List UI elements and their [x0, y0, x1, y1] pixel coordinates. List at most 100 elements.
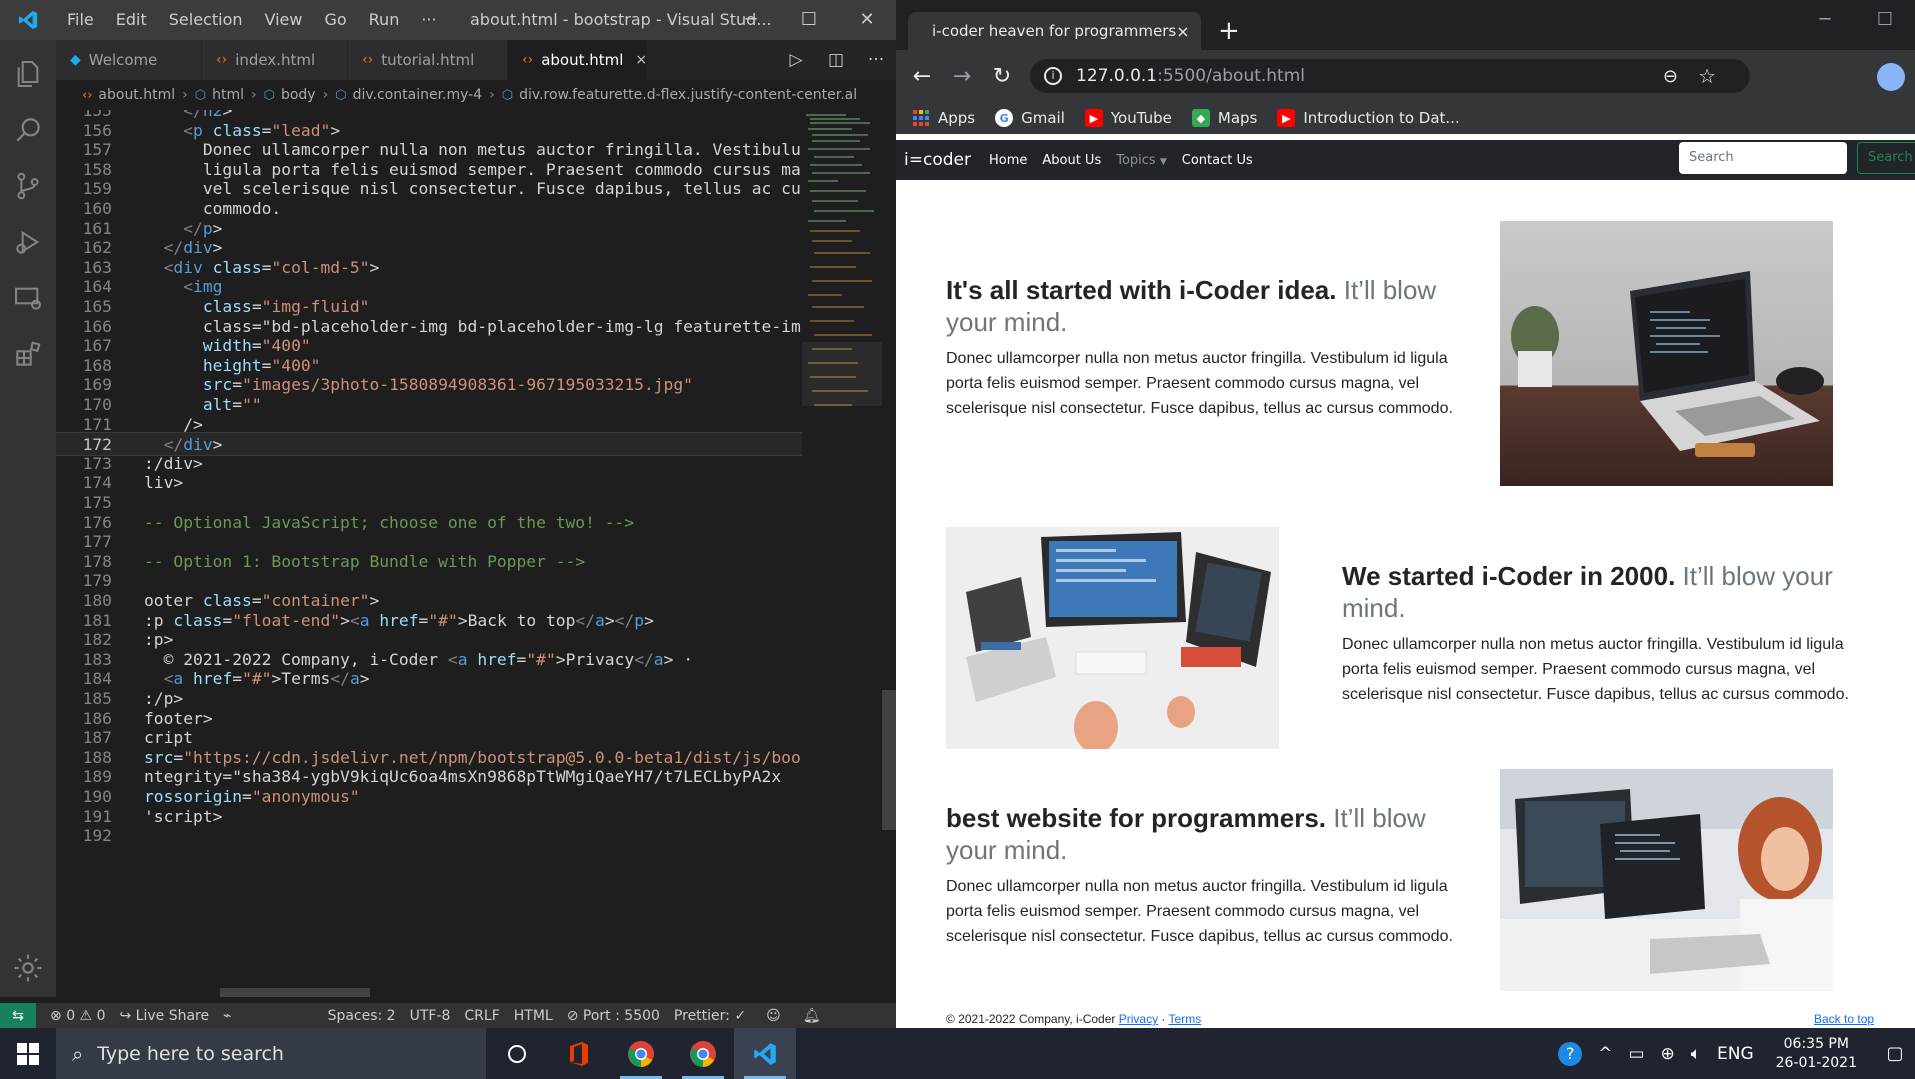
terms-link[interactable]: Terms [1169, 1012, 1202, 1026]
extensions-icon[interactable] [0, 326, 56, 382]
more-actions-icon[interactable]: ··· [856, 50, 896, 70]
menu-view[interactable]: View [254, 0, 314, 40]
browser-window-controls: ─ ☐ [1795, 0, 1915, 40]
privacy-link[interactable]: Privacy [1119, 1012, 1158, 1026]
menu-file[interactable]: File [56, 0, 105, 40]
live-share-button[interactable]: ↪ Live Share [119, 1008, 209, 1024]
chevron-right-icon: › [489, 87, 495, 103]
encoding-status[interactable]: UTF-8 [410, 1008, 451, 1024]
nav-home[interactable]: Home [989, 153, 1027, 168]
run-icon[interactable]: ▷ [776, 50, 816, 70]
clock[interactable]: 06:35 PM 26-01-2021 [1776, 1035, 1857, 1073]
split-editor-icon[interactable]: ◫ [816, 50, 856, 70]
site-brand[interactable]: i=coder [904, 150, 971, 170]
explorer-icon[interactable] [0, 46, 56, 102]
nav-about-us[interactable]: About Us [1042, 153, 1101, 168]
menu-selection[interactable]: Selection [158, 0, 254, 40]
language-status[interactable]: HTML [514, 1008, 553, 1024]
chrome-icon[interactable] [610, 1028, 672, 1079]
feedback-icon[interactable]: ☺ [766, 1008, 781, 1024]
breadcrumb-item[interactable]: ⬡ html [195, 87, 244, 103]
tab-about-html[interactable]: ‹› about.html × [508, 40, 648, 80]
browser-tab-active[interactable]: i-coder heaven for programmers × [908, 12, 1201, 50]
menu-go[interactable]: Go [313, 0, 357, 40]
task-view-icon[interactable] [486, 1028, 548, 1079]
vertical-scrollbar[interactable] [882, 110, 896, 997]
bookmark-introduction[interactable]: ▶ Introduction to Dat... [1277, 109, 1460, 127]
forward-arrow-icon[interactable]: → [942, 64, 982, 89]
minimap[interactable] [802, 110, 882, 997]
maximize-icon[interactable]: ☐ [1855, 0, 1915, 40]
run-debug-icon[interactable] [0, 214, 56, 270]
back-arrow-icon[interactable]: ← [902, 64, 942, 89]
horizontal-scrollbar[interactable] [220, 988, 370, 997]
remote-explorer-icon[interactable] [0, 270, 56, 326]
vscode-logo-icon[interactable] [0, 0, 56, 40]
tab-close-icon[interactable]: × [1176, 22, 1189, 41]
problems-indicator[interactable]: ⊗ 0 ⚠ 0 [50, 1008, 105, 1024]
battery-icon[interactable]: ▭ [1628, 1044, 1644, 1064]
site-search-input[interactable]: Search [1679, 142, 1847, 174]
bookmark-apps[interactable]: Apps [912, 109, 975, 127]
maximize-icon[interactable]: ☐ [780, 0, 838, 40]
address-bar[interactable]: i 127.0.0.1:5500/about.html ⊖ ☆ [1030, 59, 1750, 93]
tab-index-html[interactable]: ‹› index.html [202, 40, 348, 80]
volume-icon[interactable]: 🔈︎ [1691, 1044, 1701, 1064]
settings-gear-icon[interactable] [0, 940, 56, 996]
breadcrumb-item[interactable]: ⬡ div.container.my-4 [335, 87, 482, 103]
menu-run[interactable]: Run [358, 0, 411, 40]
help-icon[interactable]: ? [1558, 1041, 1583, 1066]
nav-contact-us[interactable]: Contact Us [1182, 153, 1253, 168]
language-indicator[interactable]: ENG [1717, 1044, 1754, 1064]
scrollbar-thumb[interactable] [882, 690, 896, 830]
editor-actions: ▷ ◫ ··· [776, 40, 896, 80]
nav-topics-dropdown[interactable]: Topics ▼ [1116, 153, 1167, 168]
minimize-icon[interactable]: ─ [1795, 0, 1855, 40]
search-icon[interactable] [0, 102, 56, 158]
reload-icon[interactable]: ↻ [982, 64, 1022, 89]
bookmark-maps[interactable]: ◆ Maps [1191, 109, 1257, 127]
breadcrumb-item[interactable]: ‹› about.html [82, 87, 175, 103]
bookmark-star-icon[interactable]: ☆ [1698, 64, 1716, 88]
url-host: 127.0.0.1 [1076, 66, 1158, 86]
tab-welcome[interactable]: ◆ Welcome [56, 40, 202, 80]
prettier-status[interactable]: Prettier: ✓ [674, 1008, 746, 1024]
new-tab-button[interactable]: + [1218, 12, 1240, 50]
tab-tutorial-html[interactable]: ‹› tutorial.html [348, 40, 508, 80]
maps-icon: ◆ [1191, 109, 1210, 127]
back-to-top-link[interactable]: Back to top [1814, 1012, 1874, 1026]
eol-status[interactable]: CRLF [464, 1008, 499, 1024]
profile-avatar[interactable] [1877, 63, 1905, 91]
menu-edit[interactable]: Edit [105, 0, 158, 40]
close-icon[interactable]: ✕ [838, 0, 896, 40]
port-status[interactable]: ⊘ Port : 5500 [567, 1008, 660, 1024]
system-tray: ? ^ ▭ ⊕ 🔈︎ ENG 06:35 PM 26-01-2021 ▢ [1550, 1028, 1915, 1079]
tab-close-icon[interactable]: × [635, 52, 647, 68]
breadcrumb: ‹› about.html › ⬡ html › ⬡ body › ⬡ div.cont… [56, 80, 896, 110]
start-windows-icon[interactable] [0, 1028, 56, 1079]
code-editor[interactable]: 155 </h2> 156 <p class="lead"> 157 Donec u… [56, 110, 802, 997]
taskbar-search-box[interactable]: ⌕ Type here to search [56, 1028, 486, 1079]
chrome-icon[interactable] [672, 1028, 734, 1079]
menu-more[interactable]: ··· [410, 0, 447, 40]
indentation-status[interactable]: Spaces: 2 [328, 1008, 396, 1024]
bookmark-youtube[interactable]: ▶ YouTube [1084, 109, 1172, 127]
minimize-icon[interactable]: ─ [722, 0, 780, 40]
breadcrumb-item[interactable]: ⬡ body [264, 87, 316, 103]
breadcrumb-item[interactable]: ⬡ div.row.featurette.d-flex.justify-conte… [502, 87, 857, 103]
network-globe-icon[interactable]: ⊕ [1661, 1044, 1675, 1064]
action-center-icon[interactable]: ▢ [1875, 1043, 1915, 1064]
plug-icon[interactable]: ⌁ [223, 1008, 231, 1024]
office-icon[interactable] [548, 1028, 610, 1079]
remote-indicator-icon[interactable]: ⇆ [0, 1003, 36, 1028]
chevron-up-icon[interactable]: ^ [1598, 1044, 1612, 1064]
code-line[interactable]: 192 [56, 824, 802, 848]
zoom-icon[interactable]: ⊖ [1663, 66, 1678, 87]
bookmark-gmail[interactable]: G Gmail [995, 109, 1065, 127]
notifications-bell-icon[interactable]: 🔔︎ [803, 1008, 821, 1024]
vscode-taskbar-icon[interactable] [734, 1028, 796, 1079]
source-control-icon[interactable] [0, 158, 56, 214]
info-icon[interactable]: i [1044, 67, 1062, 85]
site-search-button[interactable]: Search [1857, 142, 1915, 174]
tab-label: index.html [235, 51, 316, 69]
